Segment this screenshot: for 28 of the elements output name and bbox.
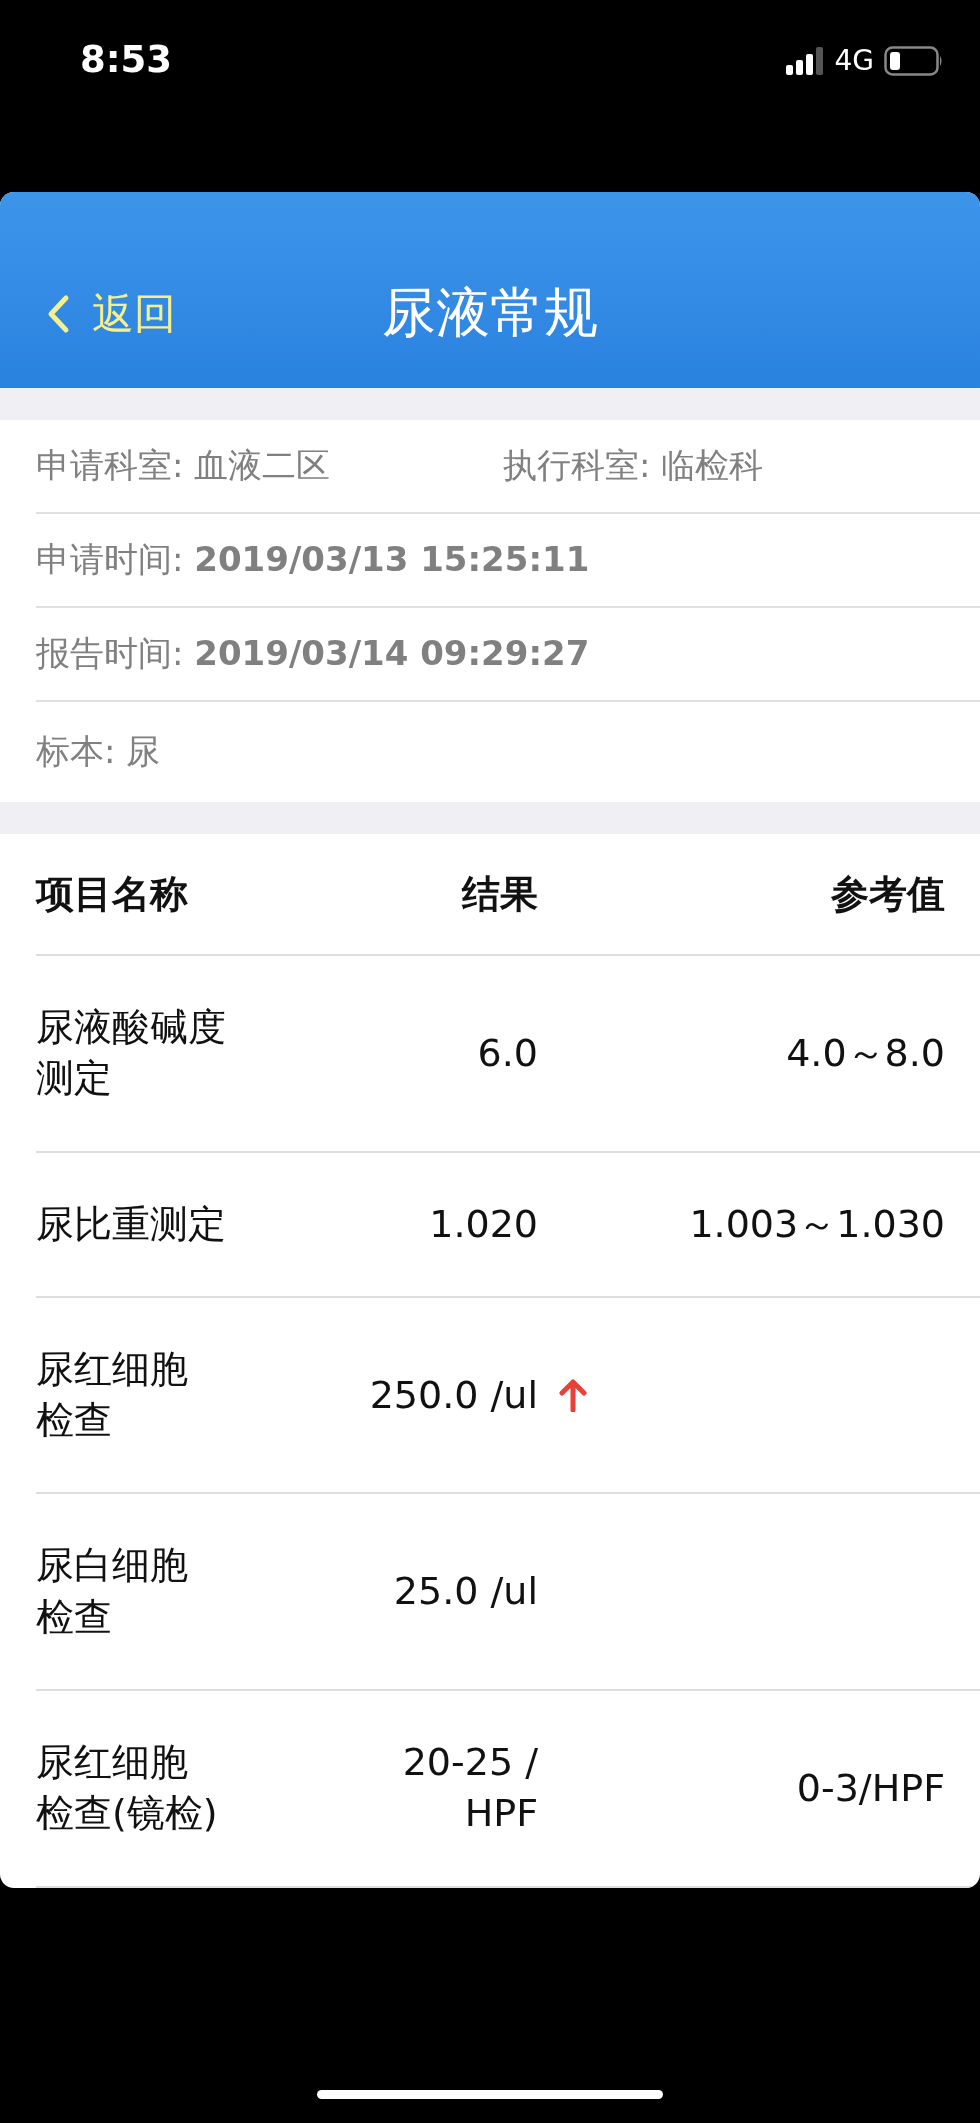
column-header: 结果 <box>460 870 538 918</box>
table-cell-text: 1.020 <box>428 1200 538 1248</box>
back-button[interactable]: 返回 <box>46 286 176 342</box>
info-text: 报告时间: 2019/03/14 09:29:27 <box>36 632 590 675</box>
table-cell-text: 20-25 / HPF <box>401 1739 538 1838</box>
table-cell-text: 尿比重测定 <box>36 1200 227 1248</box>
table-cell-text: 1.003～1.030 <box>688 1200 945 1248</box>
info-text: 申请科室: 血液二区 <box>36 444 332 487</box>
info-text: 执行科室: 临检科 <box>503 444 765 487</box>
table-cell-text: 25.0 /ul <box>392 1568 538 1616</box>
info-text: 申请时间: 2019/03/13 15:25:11 <box>36 538 590 581</box>
signal-icon <box>786 46 825 75</box>
table-cell-text: 6.0 <box>476 1029 538 1077</box>
table-cell-text: 尿红细胞 检查(镜检) <box>36 1739 219 1838</box>
network-label: 4G <box>834 44 874 77</box>
battery-icon <box>884 45 944 76</box>
table-cell-text: 4.0～8.0 <box>785 1029 945 1077</box>
table-cell-text: 250.0 /ul <box>368 1371 538 1419</box>
chevron-left-icon <box>46 294 70 334</box>
column-header: 参考值 <box>830 870 945 918</box>
table-cell-text: 尿白细胞 检查 <box>36 1542 189 1641</box>
info-text: 标本: 尿 <box>36 730 161 773</box>
table-cell-text: 尿红细胞 检查 <box>36 1345 189 1445</box>
table-cell-text: 0-3/HPF <box>795 1764 945 1812</box>
status-time: 8:53 <box>80 38 173 81</box>
column-header: 项目名称 <box>36 870 189 918</box>
table-cell-text: 尿液酸碱度 测定 <box>36 1004 227 1103</box>
page-title: 尿液常规 <box>382 280 598 346</box>
